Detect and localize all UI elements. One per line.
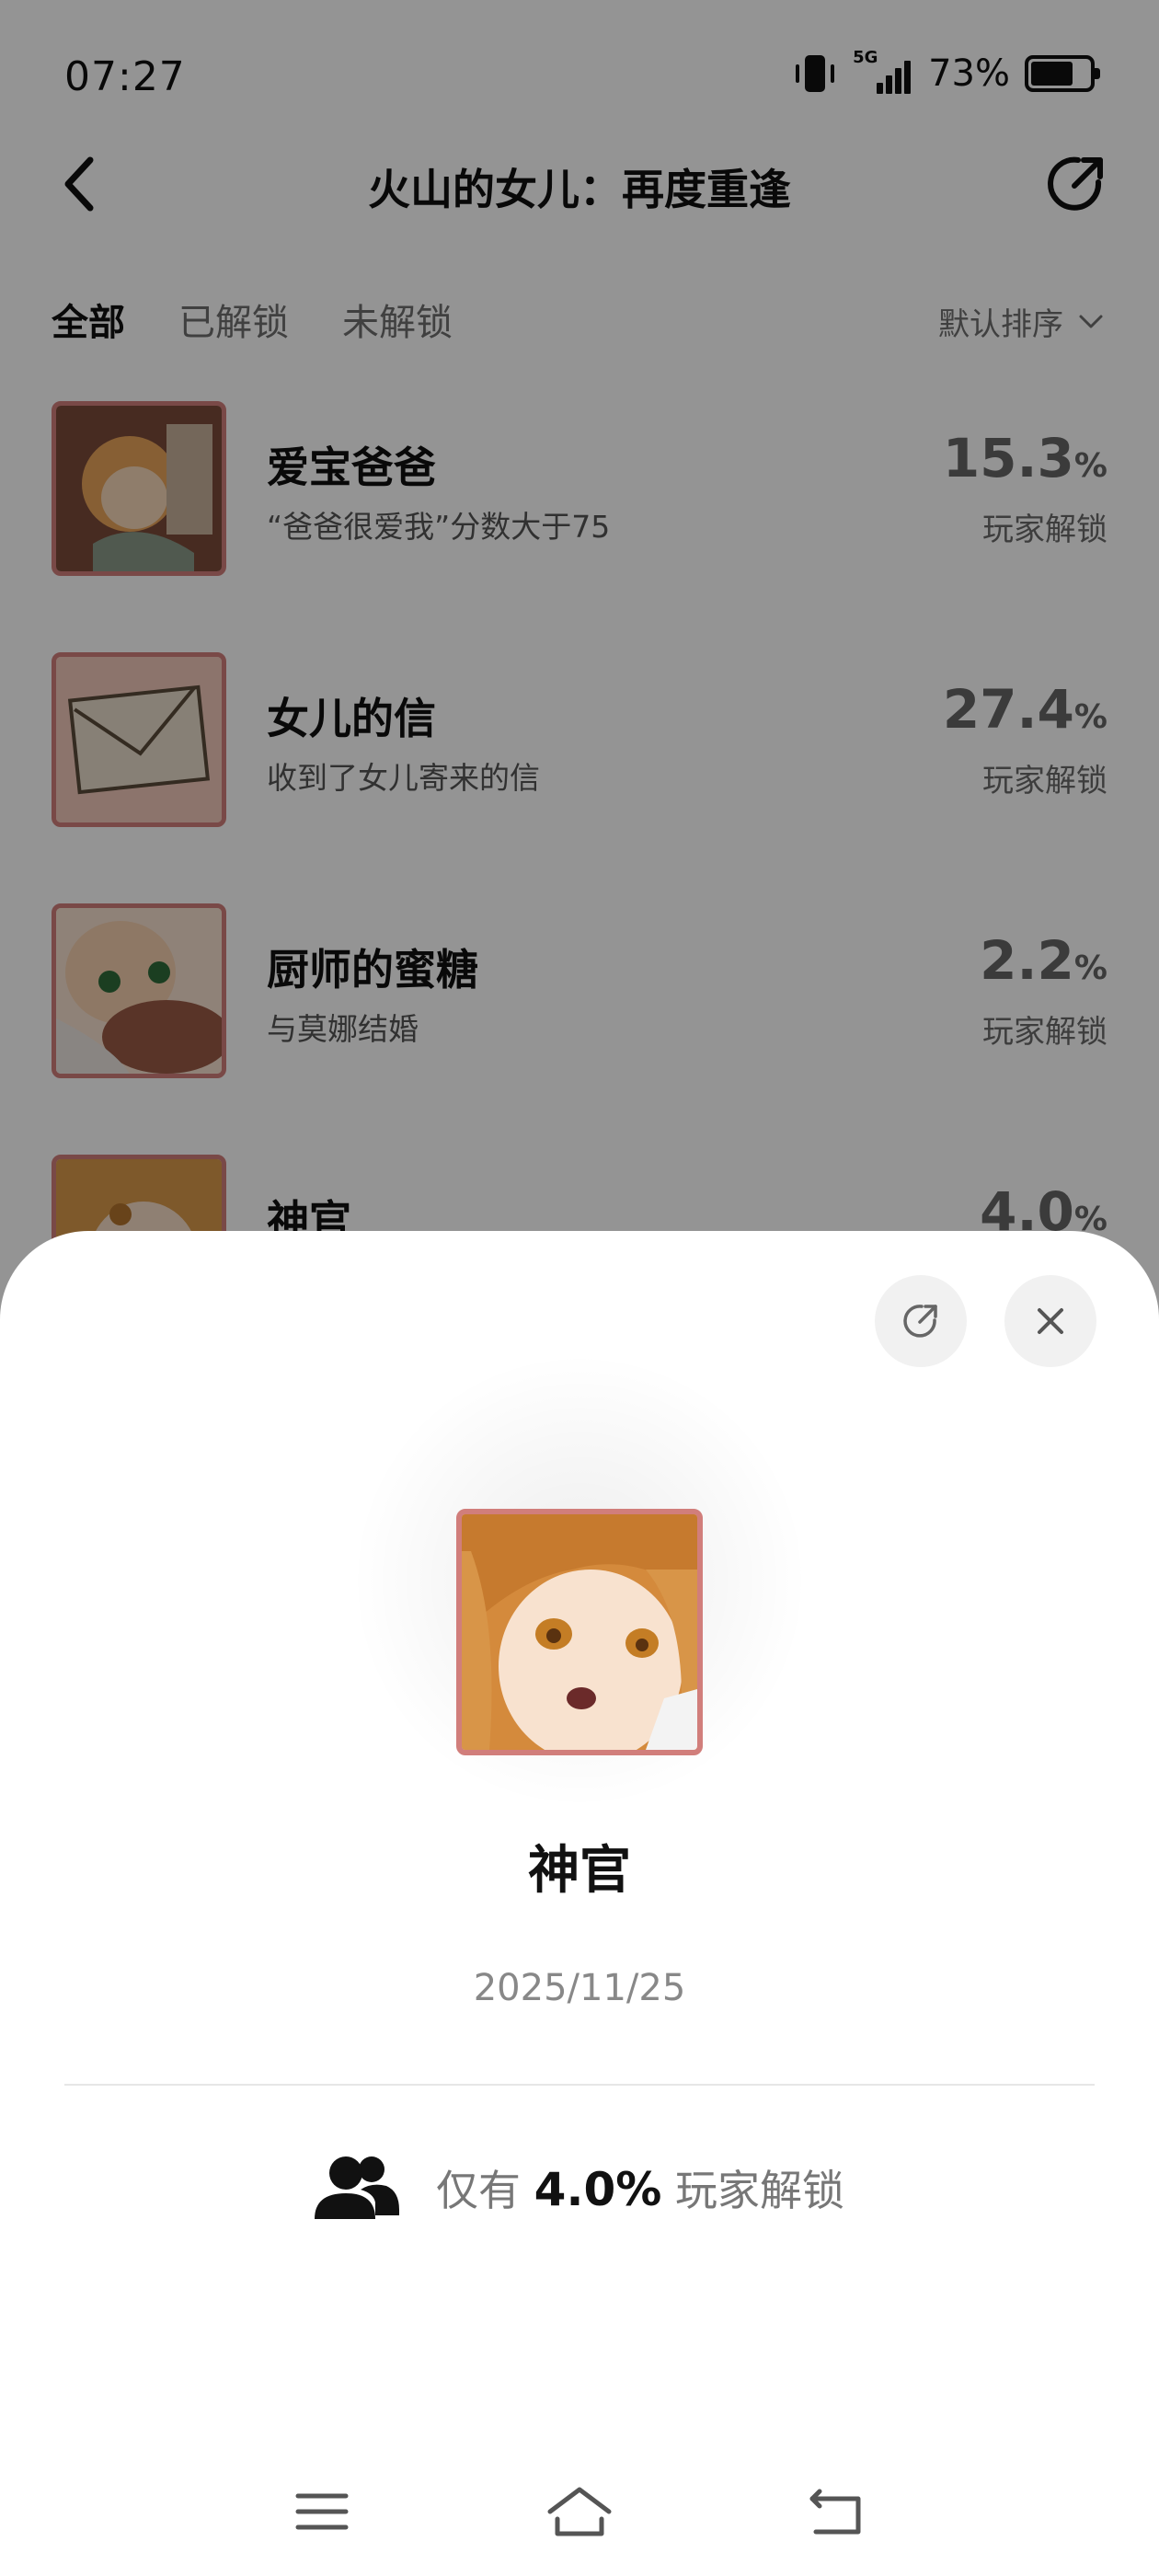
sheet-close-button[interactable] xyxy=(1004,1275,1096,1367)
sheet-share-button[interactable] xyxy=(875,1275,967,1367)
achievement-badge-image xyxy=(456,1509,703,1755)
users-icon xyxy=(315,2156,400,2219)
close-icon xyxy=(1038,1308,1063,1334)
unlock-date: 2025/11/25 xyxy=(473,1967,686,2009)
back-icon xyxy=(809,2489,861,2535)
divider xyxy=(64,2084,1095,2086)
home-icon xyxy=(547,2487,612,2536)
share-icon xyxy=(903,1305,937,1338)
achievement-detail-sheet: 神官 2025/11/25 仅有 4.0% 玩家解锁 xyxy=(0,1231,1159,2576)
system-back-button[interactable] xyxy=(800,2475,874,2548)
menu-icon xyxy=(295,2493,349,2530)
achievement-detail-title: 神官 xyxy=(528,1841,631,1901)
home-button[interactable] xyxy=(543,2475,616,2548)
system-navigation-bar xyxy=(0,2447,1159,2576)
menu-button[interactable] xyxy=(285,2475,359,2548)
rarity-text: 仅有 4.0% 玩家解锁 xyxy=(436,2163,844,2216)
rarity-info: 仅有 4.0% 玩家解锁 xyxy=(0,2153,1159,2223)
